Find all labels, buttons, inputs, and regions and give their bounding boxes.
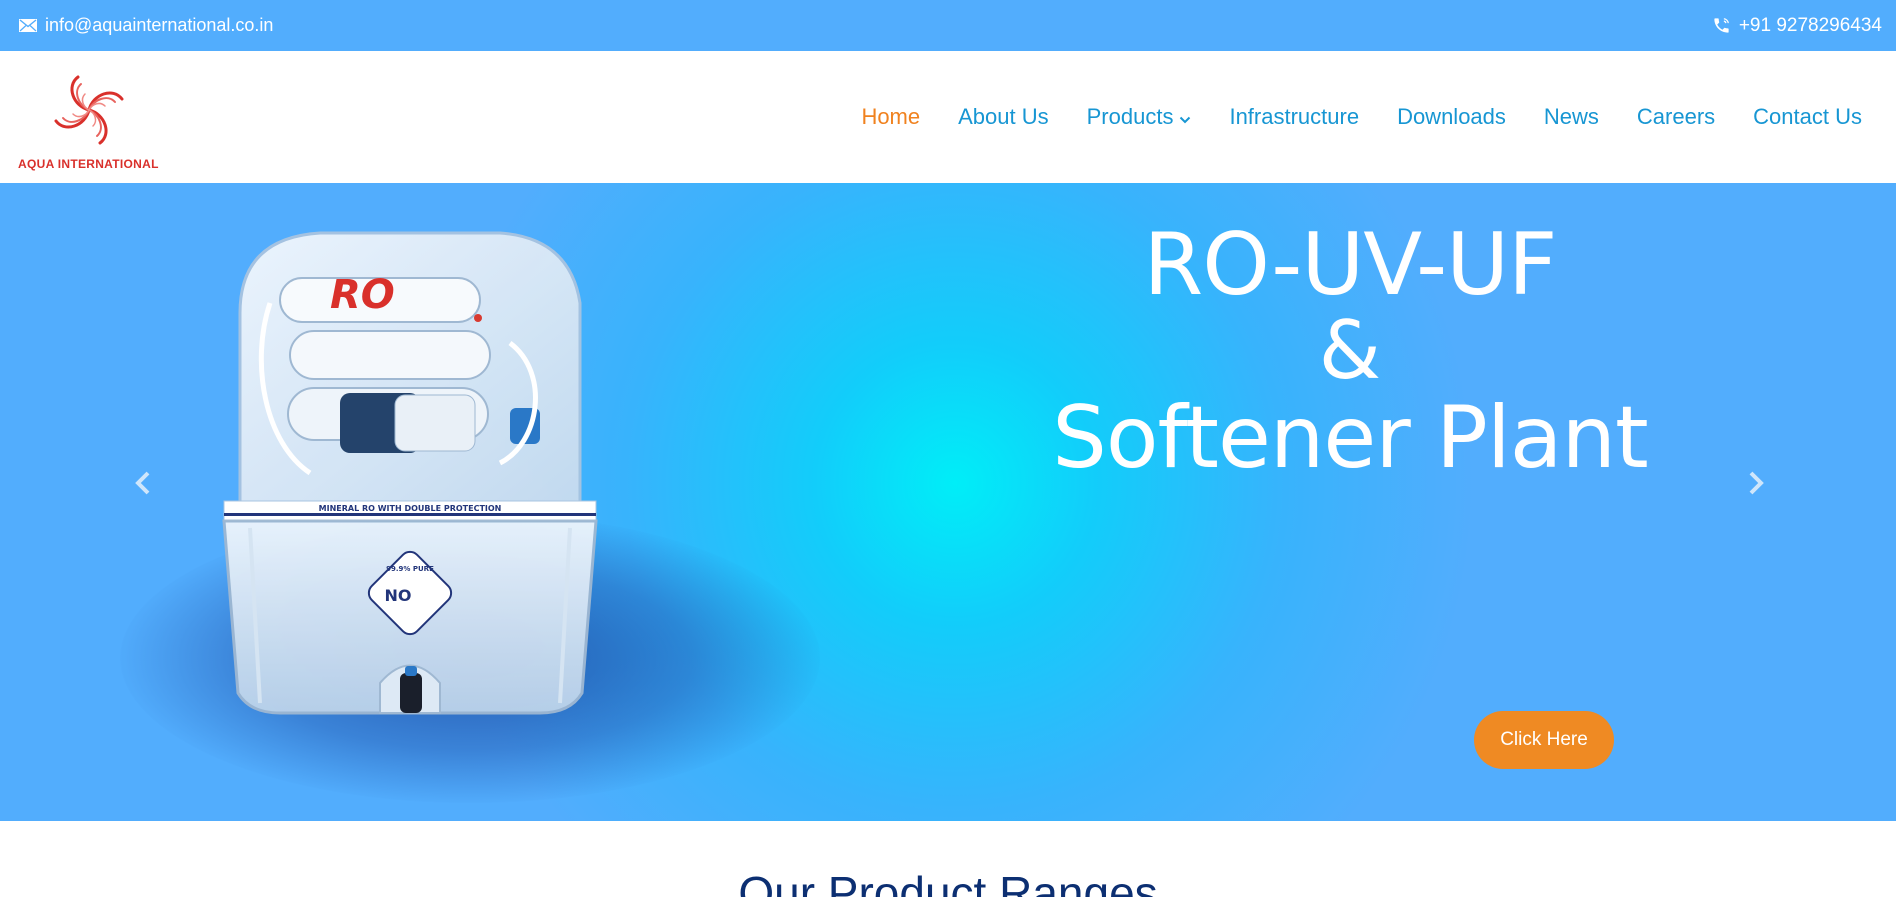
chevron-down-icon [1179,104,1191,130]
chevron-right-icon [1749,471,1764,495]
nav-news[interactable]: News [1544,104,1599,130]
nav-about-us[interactable]: About Us [958,104,1049,130]
hero-line-2: & [1318,304,1382,397]
ro-water-purifier-image: RO MINERAL RO WITH DOUBLE PROTECTION 99.… [222,231,598,715]
ro-brand-label: RO [330,272,395,318]
swirl-logo-icon [54,75,124,145]
phone-contact[interactable]: +91 9278296434 [1712,0,1882,51]
badge-no-label: NO [385,586,412,605]
hero-line-3: Softener Plant [1052,388,1648,488]
site-header: AQUA INTERNATIONAL Home About Us Product… [0,51,1896,183]
email-contact[interactable]: info@aquainternational.co.in [19,0,273,51]
brand-name: AQUA INTERNATIONAL [18,157,159,171]
hero-slider: RO MINERAL RO WITH DOUBLE PROTECTION 99.… [0,183,1896,821]
nav-careers-label: Careers [1636,104,1716,129]
nav-products[interactable]: Products [1087,104,1192,130]
nav-contact-us[interactable]: Contact Us [1753,104,1862,130]
section-title: Our Product Ranges [738,867,1158,897]
nav-downloads-label: Downloads [1397,104,1506,129]
slider-next-arrow[interactable] [1736,463,1776,503]
nav-contact-us-label: Contact Us [1753,104,1862,129]
nav-careers[interactable]: Careers [1637,104,1715,130]
badge-top-label: 99.9% PURE [386,565,434,573]
slider-prev-arrow[interactable] [123,463,163,503]
nav-news-label: News [1543,104,1599,129]
hero-line-1: RO-UV-UF [1143,215,1557,315]
email-text: info@aquainternational.co.in [45,15,274,35]
nav-infrastructure-label: Infrastructure [1229,104,1360,129]
chevron-left-icon [135,471,150,495]
nav-about-us-label: About Us [958,104,1049,129]
nav-products-label: Products [1086,104,1174,129]
phone-icon [1712,16,1731,35]
hero-headline: RO-UV-UF & Softener Plant [1020,218,1680,486]
nav-home[interactable]: Home [861,104,920,130]
main-nav: Home About Us Products Infrastructure Do… [861,51,1862,183]
nav-infrastructure[interactable]: Infrastructure [1229,104,1359,130]
nav-downloads[interactable]: Downloads [1397,104,1506,130]
phone-text: +91 9278296434 [1738,14,1882,36]
envelope-icon [19,19,37,32]
click-here-button[interactable]: Click Here [1474,711,1614,769]
band-label: MINERAL RO WITH DOUBLE PROTECTION [319,504,502,513]
logo[interactable]: AQUA INTERNATIONAL [18,69,170,173]
nav-home-label: Home [861,104,921,129]
top-contact-bar: info@aquainternational.co.in +91 9278296… [0,0,1896,51]
